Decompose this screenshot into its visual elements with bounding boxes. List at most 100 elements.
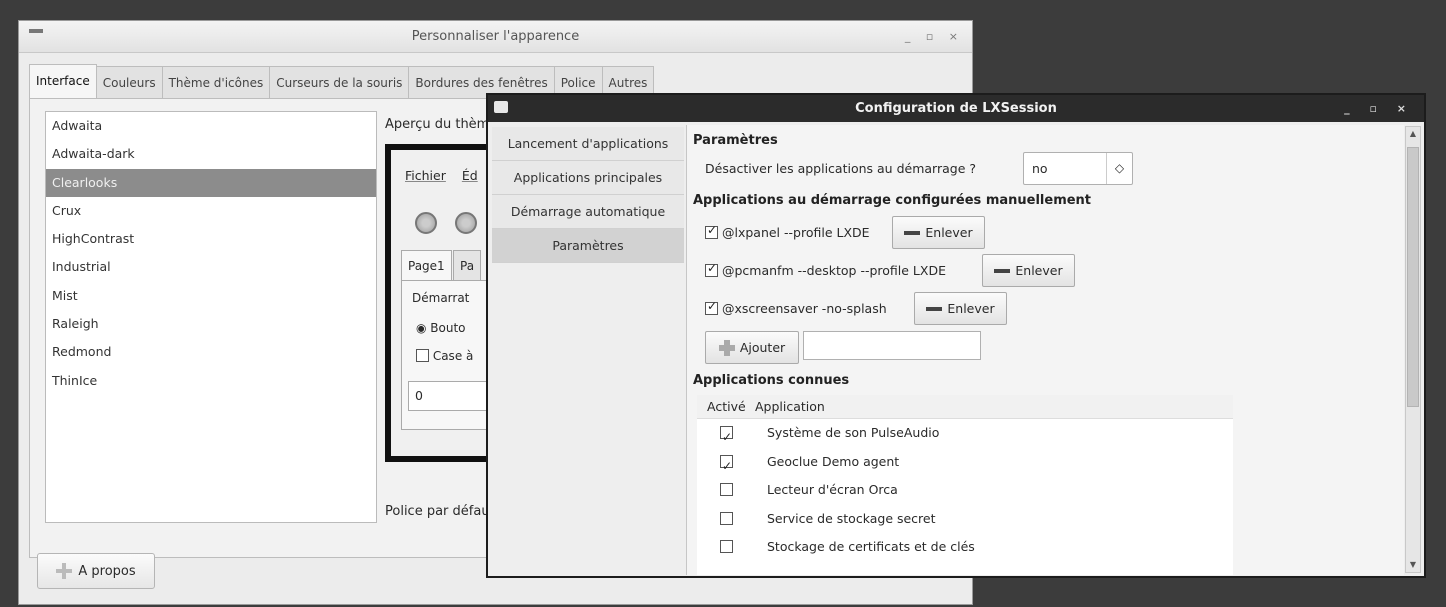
table-row[interactable]: Système de son PulseAudio — [697, 419, 1233, 452]
tab-colors[interactable]: Couleurs — [95, 66, 163, 98]
remove-label: Enlever — [1015, 263, 1063, 278]
theme-list[interactable]: Adwaita Adwaita-dark Clearlooks Crux Hig… — [45, 111, 377, 523]
known-title: Applications connues — [693, 373, 850, 388]
disable-select-value: no — [1032, 161, 1048, 176]
theme-item-mist[interactable]: Mist — [46, 282, 376, 310]
appearance-titlebar[interactable]: Personnaliser l'apparence _ ▫ × — [19, 21, 972, 53]
manual-item[interactable]: @lxpanel --profile LXDE — [705, 223, 870, 240]
theme-item-industrial[interactable]: Industrial — [46, 253, 376, 281]
preview-radio-label: Bouto — [430, 321, 466, 335]
manual-item[interactable]: @xscreensaver -no-splash — [705, 299, 887, 316]
lxsession-titlebar[interactable]: Configuration de LXSession _ ▫ × — [488, 95, 1424, 122]
scroll-up-icon[interactable]: ▲ — [1406, 127, 1420, 141]
header-enabled[interactable]: Activé — [697, 395, 755, 418]
tab-autostart[interactable]: Démarrage automatique — [492, 195, 684, 229]
remove-label: Enlever — [925, 225, 973, 240]
preview-checkbox[interactable]: Case à — [416, 349, 473, 363]
theme-item-crux[interactable]: Crux — [46, 197, 376, 225]
app-name: Stockage de certificats et de clés — [767, 539, 975, 554]
app-name: Geoclue Demo agent — [767, 453, 900, 469]
preview-tab-page2[interactable]: Pa — [453, 250, 482, 280]
appearance-title: Personnaliser l'apparence — [411, 29, 580, 44]
preview-tab-page1[interactable]: Page1 — [401, 250, 452, 280]
about-icon — [56, 563, 73, 579]
preview-menu-file[interactable]: Fichier — [405, 168, 446, 183]
preview-radio[interactable]: ◉ Bouto — [416, 321, 466, 335]
checkbox-unchecked-icon[interactable] — [720, 483, 733, 496]
checkbox-unchecked-icon[interactable] — [720, 511, 733, 525]
vertical-scrollbar[interactable]: ▲ ▼ — [1405, 126, 1421, 573]
known-apps-table: Activé Application Système de son PulseA… — [697, 395, 1233, 575]
tab-icon-theme[interactable]: Thème d'icônes — [161, 66, 271, 98]
tab-mouse-cursors[interactable]: Curseurs de la souris — [269, 66, 410, 98]
theme-item-adwaita[interactable]: Adwaita — [46, 112, 376, 140]
checkbox-checked-icon[interactable] — [705, 223, 718, 239]
lxsession-app-icon — [494, 101, 508, 113]
autostart-content: Paramètres Désactiver les applications a… — [686, 125, 1404, 575]
window-controls[interactable]: _ ▫ × — [905, 21, 964, 53]
checkbox-checked-icon[interactable] — [705, 261, 718, 277]
add-button[interactable]: Ajouter — [705, 331, 799, 364]
checkbox-checked-icon[interactable] — [720, 423, 733, 452]
scrollbar-thumb[interactable] — [1407, 147, 1419, 407]
table-row[interactable]: Geoclue Demo agent — [697, 448, 1233, 480]
preview-frame-label: Démarrat — [412, 291, 470, 305]
theme-item-redmond[interactable]: Redmond — [46, 338, 376, 366]
manual-item[interactable]: @pcmanfm --desktop --profile LXDE — [705, 261, 946, 278]
minus-icon — [994, 268, 1011, 273]
known-apps-header: Activé Application — [697, 395, 1233, 419]
remove-label: Enlever — [947, 301, 995, 316]
table-row[interactable]: Lecteur d'écran Orca — [697, 476, 1233, 505]
select-arrows-icon: ◇ — [1106, 153, 1132, 184]
add-label: Ajouter — [739, 340, 786, 355]
preview-check-label: Case à — [432, 349, 474, 363]
default-font-label: Police par défaut — [385, 504, 495, 519]
header-application[interactable]: Application — [755, 395, 825, 418]
manual-title: Applications au démarrage configurées ma… — [693, 193, 1092, 208]
manual-item-cmd: @pcmanfm --desktop --profile LXDE — [721, 263, 946, 278]
checkbox-unchecked-icon[interactable] — [720, 540, 733, 553]
table-row[interactable]: Service de stockage secret — [697, 505, 1233, 534]
disable-label: Désactiver les applications au démarrage… — [705, 161, 976, 176]
checkbox-checked-icon[interactable] — [705, 299, 718, 315]
add-command-input[interactable] — [803, 331, 981, 360]
manual-item-cmd: @xscreensaver -no-splash — [721, 301, 887, 316]
radio-icon: ◉ — [416, 321, 431, 335]
remove-button[interactable]: Enlever — [914, 292, 1007, 325]
tab-interface[interactable]: Interface — [29, 64, 97, 98]
checkbox-icon — [416, 349, 429, 362]
about-button-label: A propos — [78, 563, 136, 579]
app-name: Lecteur d'écran Orca — [767, 482, 898, 497]
lxsession-side-tabs: Lancement d'applications Applications pr… — [492, 127, 684, 263]
preview-toolbar-icon[interactable] — [455, 212, 477, 234]
preview-menu-edit[interactable]: Éd — [462, 168, 478, 183]
preview-label: Aperçu du thème — [385, 117, 498, 132]
app-name: Système de son PulseAudio — [767, 425, 940, 440]
scroll-down-icon[interactable]: ▼ — [1406, 558, 1420, 572]
theme-item-thinice[interactable]: ThinIce — [46, 367, 376, 395]
minus-icon — [926, 306, 943, 311]
theme-item-clearlooks[interactable]: Clearlooks — [46, 168, 376, 197]
lxsession-window: Configuration de LXSession _ ▫ × Lanceme… — [486, 93, 1426, 578]
tab-app-launch[interactable]: Lancement d'applications — [492, 127, 684, 161]
about-button[interactable]: A propos — [37, 553, 155, 589]
checkbox-checked-icon[interactable] — [720, 452, 733, 480]
theme-item-adwaita-dark[interactable]: Adwaita-dark — [46, 140, 376, 168]
plus-icon — [718, 339, 735, 356]
preview-toolbar-icon[interactable] — [415, 212, 437, 234]
tab-main-apps[interactable]: Applications principales — [492, 161, 684, 195]
theme-item-highcontrast[interactable]: HighContrast — [46, 225, 376, 253]
tab-parameters[interactable]: Paramètres — [492, 229, 684, 263]
disable-select[interactable]: no ◇ — [1023, 152, 1133, 185]
remove-button[interactable]: Enlever — [982, 254, 1075, 287]
params-title: Paramètres — [693, 133, 778, 148]
table-row[interactable]: Stockage de certificats et de clés — [697, 533, 1233, 562]
app-name: Service de stockage secret — [767, 510, 936, 526]
preview-menubar: Fichier Éd — [405, 168, 494, 183]
window-menu-icon[interactable] — [29, 29, 43, 33]
remove-button[interactable]: Enlever — [892, 216, 985, 249]
theme-item-raleigh[interactable]: Raleigh — [46, 310, 376, 338]
manual-item-cmd: @lxpanel --profile LXDE — [721, 225, 870, 240]
minus-icon — [904, 230, 921, 235]
window-controls[interactable]: _ ▫ × — [1344, 95, 1414, 122]
